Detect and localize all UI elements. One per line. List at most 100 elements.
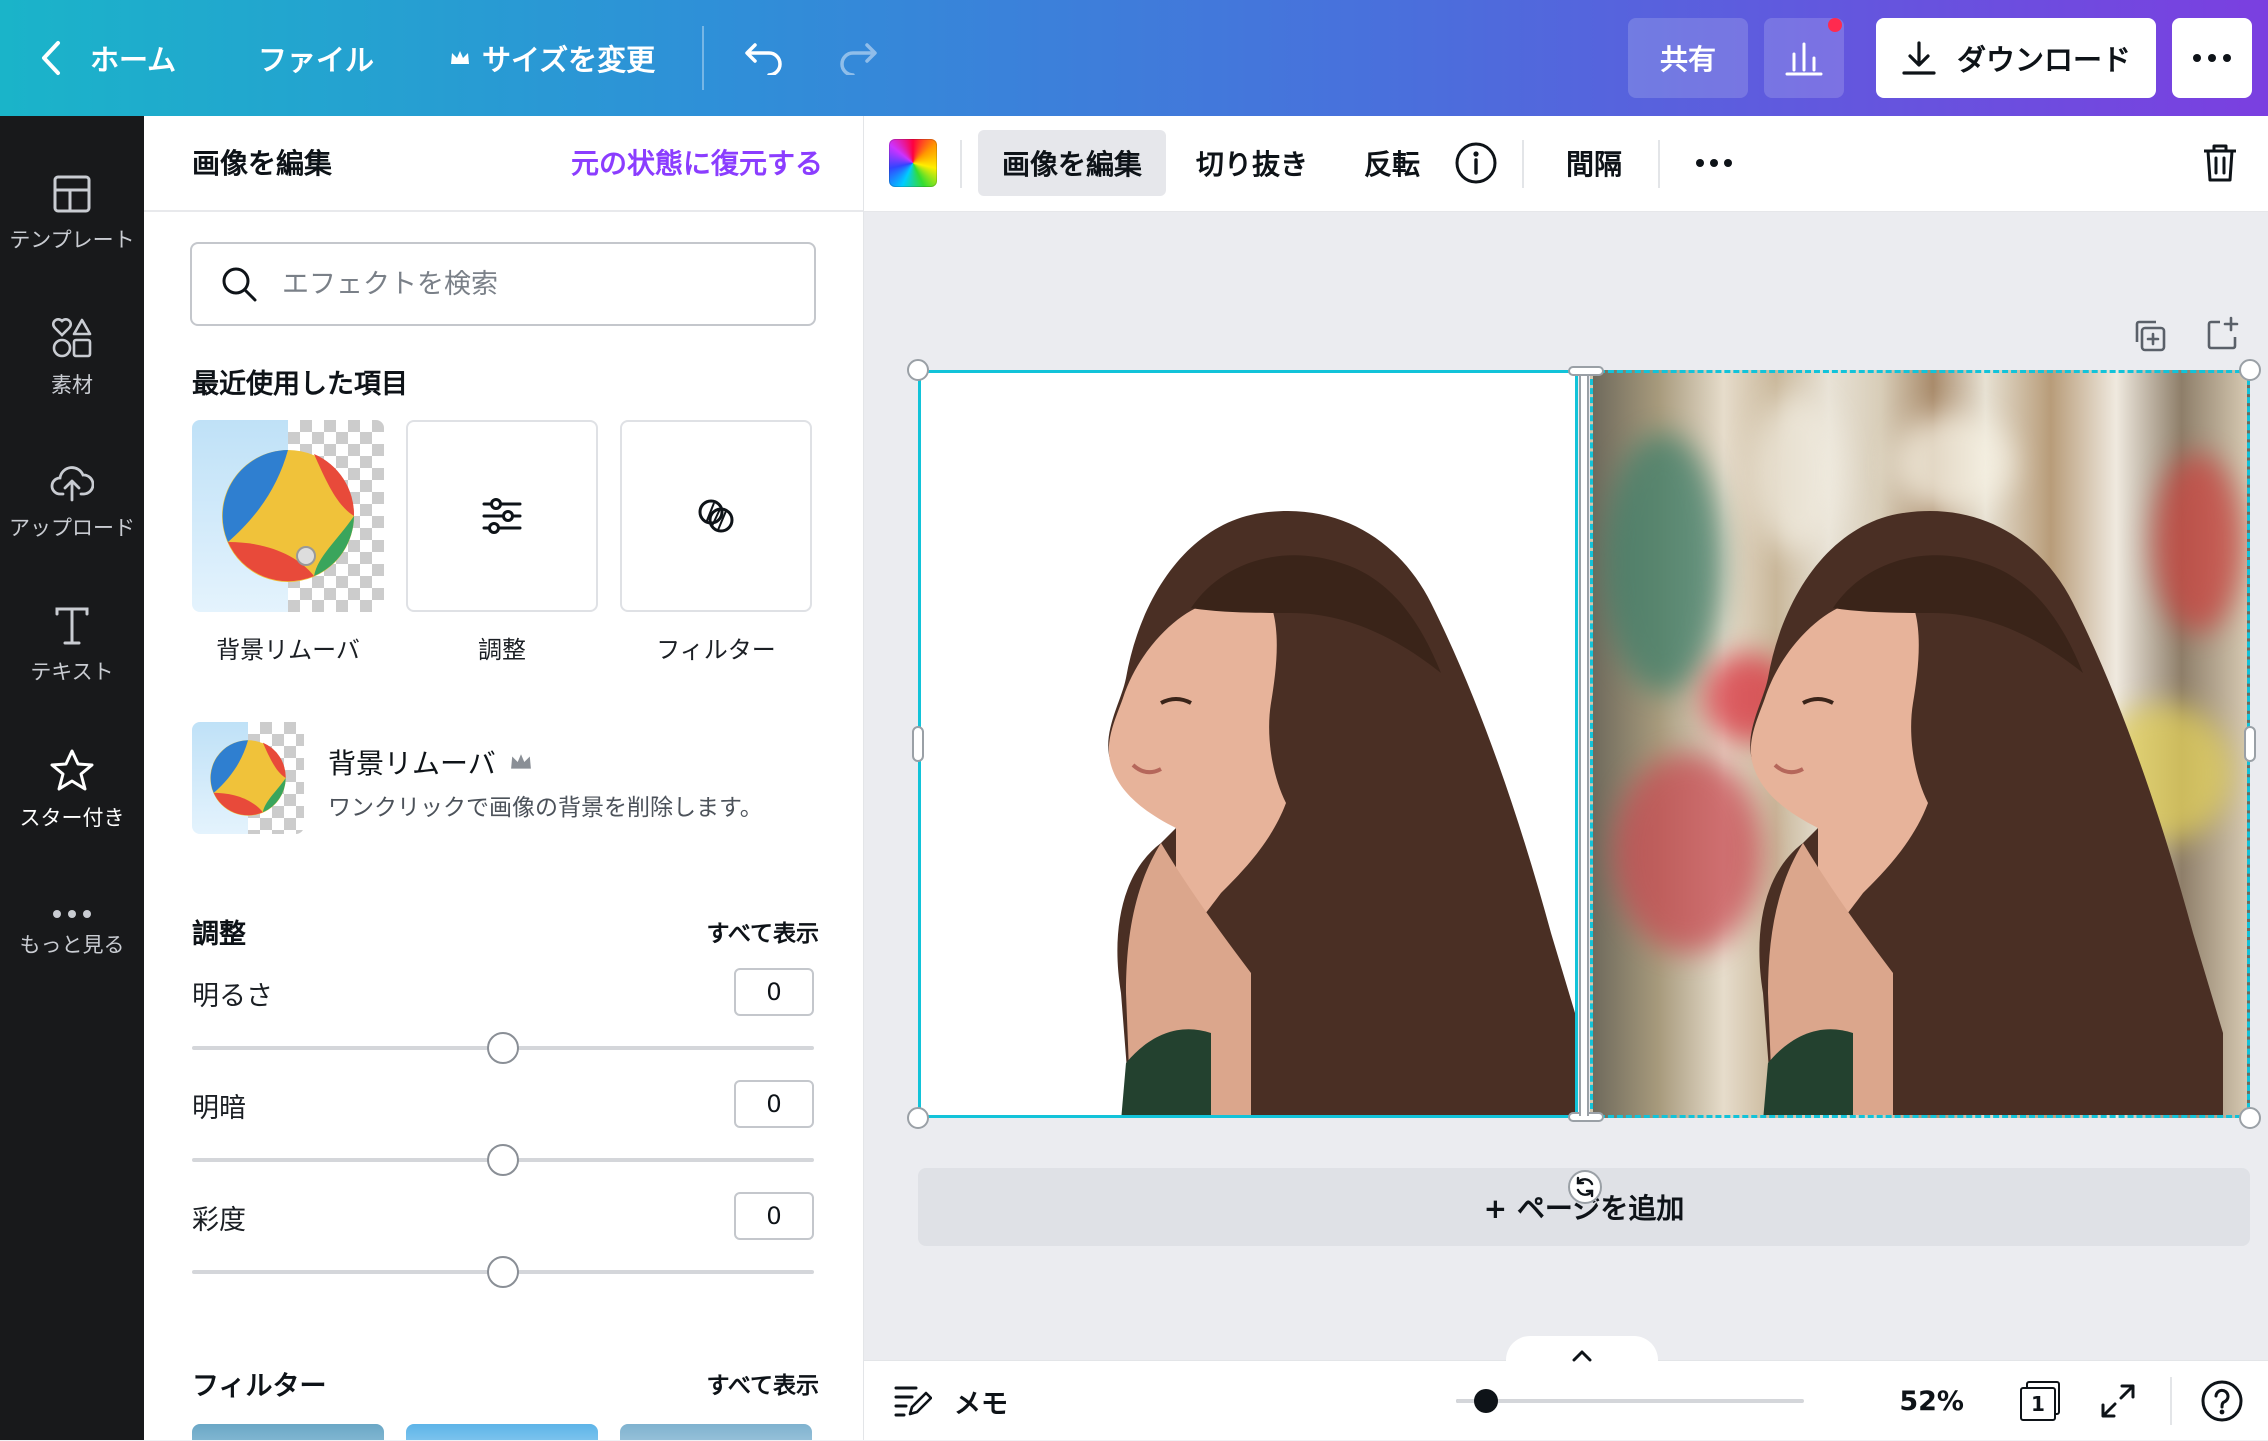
info-icon xyxy=(1455,142,1497,184)
help-icon xyxy=(2201,1380,2243,1422)
panel-divider xyxy=(144,210,863,212)
image-element-left[interactable] xyxy=(918,370,1578,1118)
resize-handle-left[interactable] xyxy=(912,726,924,762)
rail-item-uploads[interactable]: アップロード xyxy=(0,432,144,572)
resize-handle-top[interactable] xyxy=(1568,366,1604,376)
toolbar-divider xyxy=(1522,140,1524,188)
effects-search-input[interactable] xyxy=(280,267,760,301)
page-count-button[interactable]: 1 xyxy=(2018,1361,2062,1441)
chevron-up-icon xyxy=(1572,1350,1592,1362)
rail-item-templates[interactable]: テンプレート xyxy=(0,144,144,284)
saturation-slider-thumb[interactable] xyxy=(487,1256,519,1288)
restore-original-link[interactable]: 元の状態に復元する xyxy=(571,142,823,182)
recent-heading: 最近使用した項目 xyxy=(192,369,408,400)
filter-thumbnail[interactable] xyxy=(620,1424,812,1440)
rail-item-more[interactable]: もっと見る xyxy=(0,864,144,1004)
rail-item-text[interactable]: テキスト xyxy=(0,576,144,716)
redo-button[interactable] xyxy=(834,0,882,116)
recent-tile-bg-remover[interactable] xyxy=(192,420,384,612)
info-button[interactable] xyxy=(1450,130,1502,196)
rotate-handle[interactable] xyxy=(1568,1170,1602,1204)
image-gap-divider xyxy=(1579,376,1589,1116)
saturation-value-field[interactable]: 0 xyxy=(734,1192,814,1240)
promo-title-text: 背景リムーバ xyxy=(328,747,496,780)
flip-button[interactable]: 反転 xyxy=(1352,130,1432,196)
elements-icon xyxy=(52,318,92,358)
contrast-value-field[interactable]: 0 xyxy=(734,1080,814,1128)
file-menu-button[interactable]: ファイル xyxy=(258,0,374,116)
brightness-slider-thumb[interactable] xyxy=(487,1032,519,1064)
duplicate-icon xyxy=(2135,320,2166,352)
notes-button[interactable]: メモ xyxy=(894,1361,1008,1441)
filter-icon xyxy=(698,499,734,533)
home-button[interactable]: ホーム xyxy=(40,0,176,116)
download-icon xyxy=(1902,41,1936,75)
duplicate-page-button[interactable] xyxy=(2132,318,2168,354)
crown-icon xyxy=(451,51,469,64)
rail-label-uploads: アップロード xyxy=(9,516,135,540)
resize-handle-bottom-right[interactable] xyxy=(2239,1107,2261,1129)
more-options-button[interactable] xyxy=(2172,18,2252,98)
filter-thumbnail[interactable] xyxy=(192,1424,384,1440)
color-picker-button[interactable] xyxy=(888,130,938,196)
zoom-slider-thumb[interactable] xyxy=(1474,1389,1498,1413)
resize-label: サイズを変更 xyxy=(482,43,656,77)
more-horizontal-icon xyxy=(1696,159,1732,167)
notes-label: メモ xyxy=(954,1388,1008,1420)
adjust-see-all-link[interactable]: すべて表示 xyxy=(707,914,819,948)
rail-item-elements[interactable]: 素材 xyxy=(0,288,144,428)
delete-button[interactable] xyxy=(2192,130,2248,196)
zoom-slider-track[interactable] xyxy=(1456,1399,1804,1403)
more-icon xyxy=(53,910,91,918)
zoom-level-label: 52% xyxy=(1899,1385,1964,1417)
undo-button[interactable] xyxy=(740,0,788,116)
redo-icon xyxy=(840,43,877,75)
effects-search-box[interactable] xyxy=(190,242,816,326)
share-label: 共有 xyxy=(1659,43,1716,76)
filter-thumbnail[interactable] xyxy=(406,1424,598,1440)
add-new-page-button[interactable] xyxy=(2204,316,2240,352)
filters-see-all-link[interactable]: すべて表示 xyxy=(707,1366,819,1400)
recent-tile-adjust[interactable] xyxy=(406,420,598,612)
beach-ball-image xyxy=(222,450,355,582)
expand-pages-tab[interactable] xyxy=(1506,1336,1658,1376)
toolbar-more-button[interactable] xyxy=(1686,130,1742,196)
spacing-button[interactable]: 間隔 xyxy=(1554,130,1634,196)
brightness-value-field[interactable]: 0 xyxy=(734,968,814,1016)
undo-icon xyxy=(745,43,782,75)
help-button[interactable] xyxy=(2200,1361,2244,1441)
home-label: ホーム xyxy=(90,43,177,77)
adjust-heading: 調整 xyxy=(192,919,246,950)
zoom-level[interactable]: 52% xyxy=(1884,1361,1964,1441)
recent-tile-filter[interactable] xyxy=(620,420,812,612)
spacing-label: 間隔 xyxy=(1565,148,1622,181)
template-icon xyxy=(53,175,91,213)
contrast-label: 明暗 xyxy=(192,1093,246,1124)
bg-remover-thumbnail[interactable] xyxy=(192,722,304,834)
bg-remover-promo-description: ワンクリックで画像の背景を削除します。 xyxy=(328,795,763,821)
rail-label-elements: 素材 xyxy=(51,373,93,397)
flip-label: 反転 xyxy=(1363,148,1420,181)
resize-handle-right[interactable] xyxy=(2244,726,2256,762)
chevron-left-icon xyxy=(42,41,60,75)
contrast-slider-thumb[interactable] xyxy=(487,1144,519,1176)
star-icon xyxy=(50,749,94,791)
download-button[interactable]: ダウンロード xyxy=(1876,18,2156,98)
resize-handle-bottom-left[interactable] xyxy=(907,1107,929,1129)
share-button[interactable]: 共有 xyxy=(1628,18,1748,98)
beach-ball-image xyxy=(210,740,286,816)
panel-title: 画像を編集 xyxy=(192,147,333,180)
fullscreen-button[interactable] xyxy=(2100,1361,2136,1441)
resize-handle-top-right[interactable] xyxy=(2239,359,2261,381)
image-element-right[interactable] xyxy=(1590,370,2250,1118)
rail-item-starred[interactable]: スター付き xyxy=(0,720,144,860)
crop-button[interactable]: 切り抜き xyxy=(1184,130,1320,196)
resize-handle-top-left[interactable] xyxy=(907,359,929,381)
resize-button[interactable]: サイズを変更 xyxy=(450,0,655,116)
add-page-icon xyxy=(2207,316,2239,350)
upload-icon xyxy=(50,466,94,502)
edit-image-label: 画像を編集 xyxy=(1001,148,1142,181)
expand-icon xyxy=(2101,1384,2135,1418)
bg-remover-promo-title[interactable]: 背景リムーバ xyxy=(328,742,532,782)
edit-image-button[interactable]: 画像を編集 xyxy=(978,130,1166,196)
